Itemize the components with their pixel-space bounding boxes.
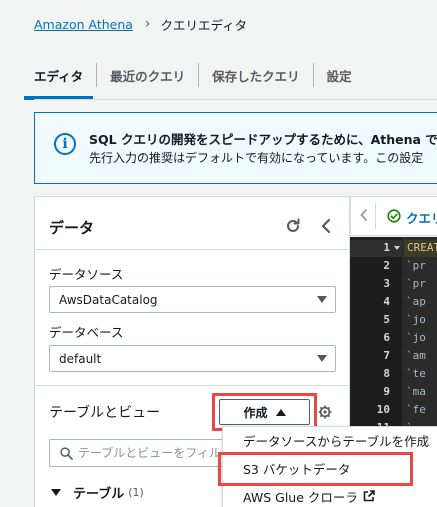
fold-arrow-icon[interactable] xyxy=(394,246,400,250)
refresh-icon[interactable] xyxy=(285,218,301,234)
caret-up-icon xyxy=(275,408,286,416)
line-number: 3 xyxy=(383,277,390,290)
tab-divider xyxy=(375,203,376,229)
line-number: 6 xyxy=(383,331,390,344)
datasource-select[interactable]: AwsDataCatalog xyxy=(49,286,336,313)
panel-divider xyxy=(35,385,349,386)
tab-editor-label: エディタ xyxy=(34,68,84,84)
tab-settings-label: 設定 xyxy=(326,68,352,84)
line-number: 7 xyxy=(383,349,390,362)
gear-icon[interactable] xyxy=(318,405,332,419)
tab-editor[interactable]: エディタ xyxy=(23,50,94,100)
tables-and-views-label: テーブルとビュー xyxy=(49,405,161,421)
code-line: `te xyxy=(406,367,426,380)
editor-tabs-nav: エディタ 最近のクエリ 保存したクエリ 設定 xyxy=(23,50,352,100)
expand-icon xyxy=(51,489,61,496)
caret-down-icon xyxy=(317,296,327,303)
breadcrumb-athena-link[interactable]: Amazon Athena xyxy=(34,17,133,32)
breadcrumb-chevron-icon: › xyxy=(144,16,151,32)
code-line: `ap xyxy=(406,295,426,308)
line-number: 8 xyxy=(383,367,390,380)
create-button[interactable]: 作成 xyxy=(219,399,310,425)
datasource-value: AwsDataCatalog xyxy=(59,292,158,307)
tables-group-label: テーブル xyxy=(73,487,125,502)
s3-bucket-data-highlight xyxy=(218,452,413,486)
tab-recent-queries[interactable]: 最近のクエリ xyxy=(110,50,185,100)
database-value: default xyxy=(59,351,102,366)
code-line: `fe xyxy=(406,403,426,416)
tab-divider xyxy=(96,63,98,87)
code-line: `am xyxy=(406,349,426,362)
breadcrumb: Amazon Athena › クエリエディタ xyxy=(34,14,247,34)
tab-recent-label: 最近のクエリ xyxy=(110,68,186,84)
tables-group-count: (1) xyxy=(128,486,144,499)
info-icon: i xyxy=(54,133,76,155)
caret-down-icon xyxy=(317,355,327,362)
search-icon xyxy=(60,447,73,460)
line-number: 9 xyxy=(383,385,390,398)
menu-item-create-from-datasource[interactable]: データソースからテーブルを作成 xyxy=(223,427,437,453)
external-link-icon xyxy=(363,490,375,502)
code-line: CREATE xyxy=(407,241,437,254)
data-panel-title: データ xyxy=(49,219,95,237)
line-number: 1 xyxy=(383,241,390,254)
info-alert: i SQL クエリの開発をスピードアップするために、Athena で先 先行入力… xyxy=(34,112,437,184)
tab-divider xyxy=(198,63,200,87)
menu-item-label: データソースからテーブルを作成 xyxy=(243,433,430,449)
alert-title: SQL クエリの開発をスピードアップするために、Athena で先 xyxy=(89,132,437,147)
query-tab[interactable]: クエリ xyxy=(406,208,437,227)
code-line: `pr xyxy=(406,259,426,272)
tab-settings[interactable]: 設定 xyxy=(327,50,352,100)
check-circle-icon xyxy=(387,209,401,223)
line-number: 4 xyxy=(383,295,390,308)
line-number: 5 xyxy=(383,313,390,326)
tabs-underline xyxy=(34,99,437,100)
database-label: データベース xyxy=(49,325,124,340)
tables-group-toggle[interactable]: テーブル (1) xyxy=(49,483,144,502)
database-select[interactable]: default xyxy=(49,345,336,372)
code-line: `jo xyxy=(406,331,426,344)
collapse-panel-icon[interactable] xyxy=(318,217,334,235)
query-tabs-bar: クエリ xyxy=(350,196,437,236)
menu-item-glue-crawler[interactable]: AWS Glue クローラ xyxy=(223,483,437,507)
line-number: 10 xyxy=(376,403,390,416)
code-line: `ma xyxy=(406,385,426,398)
menu-item-label: AWS Glue クローラ xyxy=(243,489,358,505)
alert-body: 先行入力の推奨はデフォルトで有効になっています。この設定 xyxy=(89,151,424,165)
tab-saved-queries[interactable]: 保存したクエリ xyxy=(212,50,300,100)
scroll-tabs-left-icon[interactable] xyxy=(359,207,369,223)
code-line: `pr xyxy=(406,277,426,290)
tab-saved-label: 保存したクエリ xyxy=(212,68,300,84)
line-number: 2 xyxy=(383,259,390,272)
tab-divider xyxy=(312,63,314,87)
panel-divider xyxy=(35,249,349,250)
datasource-label: データソース xyxy=(49,267,124,282)
code-line: `jo xyxy=(406,313,426,326)
create-button-label: 作成 xyxy=(243,405,268,420)
breadcrumb-current: クエリエディタ xyxy=(160,17,248,33)
